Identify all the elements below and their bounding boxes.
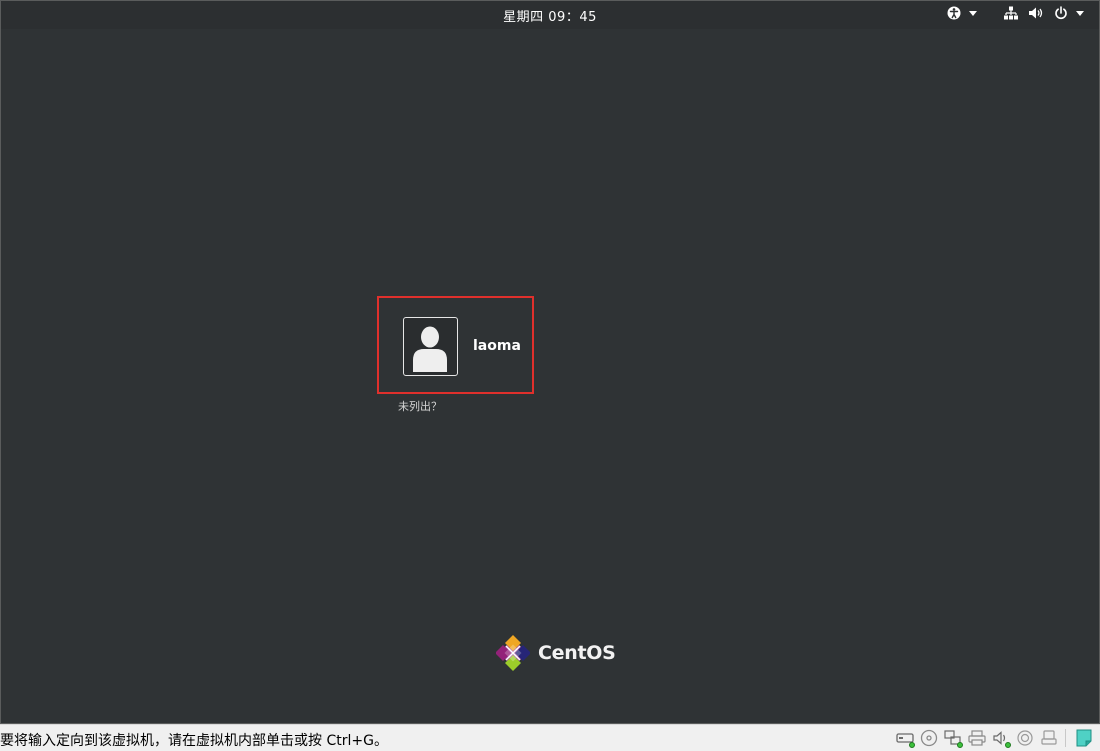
system-menu[interactable] — [1004, 6, 1084, 20]
user-avatar-icon — [403, 317, 458, 376]
hard-disk-icon[interactable] — [895, 728, 915, 748]
sound-icon[interactable] — [991, 728, 1011, 748]
activity-indicator — [909, 742, 915, 748]
not-listed-link[interactable]: 未列出？ — [398, 398, 442, 414]
volume-icon — [1029, 7, 1043, 19]
activity-indicator — [1005, 742, 1011, 748]
chevron-down-icon — [1076, 10, 1084, 16]
centos-brand: CentOS — [496, 633, 616, 673]
centos-logo — [496, 635, 530, 671]
user-list-item[interactable]: laoma — [377, 296, 534, 394]
usb-icon[interactable] — [1015, 728, 1035, 748]
network-icon — [1004, 6, 1018, 20]
brand-name: CentOS — [538, 642, 616, 664]
status-hint: 要将输入定向到该虚拟机，请在虚拟机内部单击或按 Ctrl+G。 — [0, 733, 388, 749]
activity-indicator — [957, 742, 963, 748]
accessibility-menu[interactable] — [947, 6, 977, 20]
power-icon — [1055, 6, 1067, 20]
clock[interactable]: 星期四 09：45 — [1, 6, 1099, 25]
top-bar: 星期四 09：45 — [1, 1, 1099, 29]
vm-screen[interactable]: 星期四 09：45 laoma 未列出？ CentOS — [0, 0, 1100, 724]
status-bar: 要将输入定向到该虚拟机，请在虚拟机内部单击或按 Ctrl+G。 — [0, 724, 1100, 751]
username-label: laoma — [473, 338, 521, 354]
accessibility-icon — [947, 6, 961, 20]
divider — [1065, 729, 1066, 747]
notes-icon[interactable] — [1074, 728, 1094, 748]
device-icons — [891, 728, 1094, 748]
device-icon[interactable] — [1039, 728, 1059, 748]
chevron-down-icon — [969, 10, 977, 16]
printer-icon[interactable] — [967, 728, 987, 748]
cd-icon[interactable] — [919, 728, 939, 748]
network-adapter-icon[interactable] — [943, 728, 963, 748]
